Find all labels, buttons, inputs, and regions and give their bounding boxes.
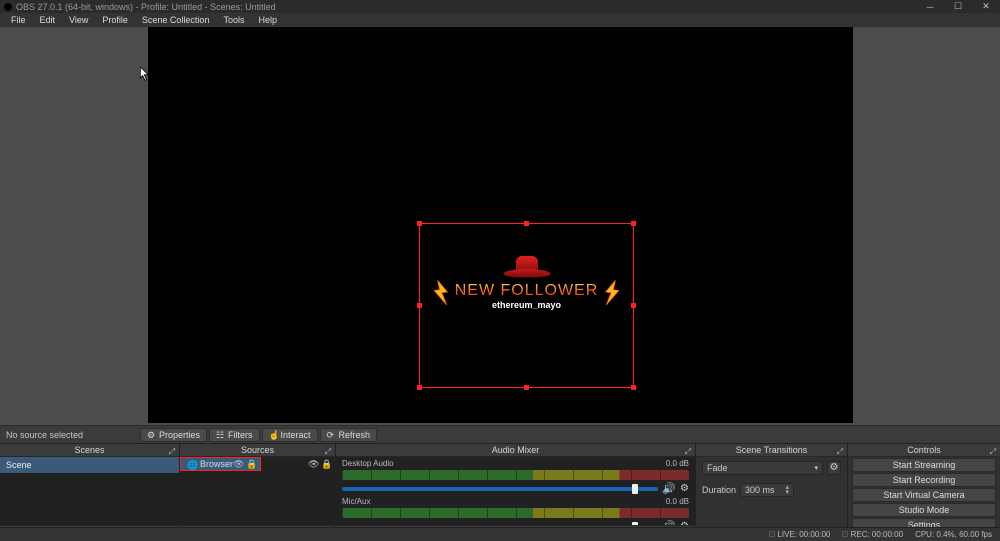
audio-meter [342, 508, 689, 518]
transition-select[interactable]: Fade▾ [702, 461, 823, 475]
obs-app-icon [4, 3, 12, 11]
pointer-icon: ☝ [269, 430, 278, 439]
scenes-panel-header[interactable]: Scenes⤢ [0, 444, 179, 457]
menu-edit[interactable]: Edit [33, 15, 63, 25]
scene-transitions-panel-header[interactable]: Scene Transitions⤢ [696, 444, 847, 457]
refresh-button[interactable]: ⟳Refresh [320, 428, 378, 442]
audio-meter [342, 470, 689, 480]
interact-button[interactable]: ☝Interact [262, 428, 318, 442]
source-toolbar: No source selected ⚙Properties ☷Filters … [0, 425, 1000, 443]
volume-slider[interactable] [342, 487, 658, 491]
no-source-selected-label: No source selected [0, 430, 89, 440]
visibility-toggle-icon[interactable]: 👁 [233, 459, 243, 470]
lock-toggle-icon[interactable]: 🔒 [321, 459, 331, 470]
lightning-bolt-icon [431, 279, 450, 307]
spinner-icon[interactable]: ▴▾ [786, 485, 790, 495]
channel-settings-icon[interactable]: ⚙ [680, 483, 689, 494]
cowboy-hat-icon [504, 252, 550, 280]
source-item-browser[interactable]: 🌐Browser 👁🔒 [180, 457, 261, 471]
preview-canvas[interactable]: NEW FOLLOWER ethereum_mayo [148, 27, 853, 423]
start-streaming-button[interactable]: Start Streaming [852, 458, 996, 472]
popout-icon[interactable]: ⤢ [323, 445, 333, 455]
popout-icon[interactable]: ⤢ [988, 445, 998, 455]
chevron-down-icon: ▾ [814, 464, 818, 472]
live-indicator-icon [769, 531, 775, 537]
channel-settings-icon[interactable]: ⚙ [680, 521, 689, 525]
refresh-icon: ⟳ [327, 430, 336, 439]
alert-title-text: NEW FOLLOWER [455, 282, 599, 300]
lightning-bolt-icon [603, 279, 622, 307]
window-title: OBS 27.0.1 (64-bit, windows) - Profile: … [16, 2, 276, 12]
studio-mode-button[interactable]: Studio Mode [852, 503, 996, 517]
mixer-channel-name: Desktop Audio [342, 459, 394, 468]
mute-button-icon[interactable]: 🔊 [662, 520, 676, 525]
mixer-channel-name: Mic/Aux [342, 497, 370, 506]
start-recording-button[interactable]: Start Recording [852, 473, 996, 487]
window-titlebar: OBS 27.0.1 (64-bit, windows) - Profile: … [0, 0, 1000, 13]
mixer-channel-mic: Mic/Aux 0.0 dB 🔊 ⚙ [336, 495, 695, 525]
alert-username-text: ethereum_mayo [492, 300, 561, 310]
mixer-channel-level: 0.0 dB [666, 497, 689, 506]
rec-indicator-icon [842, 531, 848, 537]
menu-scene-collection[interactable]: Scene Collection [135, 15, 217, 25]
gear-icon: ⚙ [147, 430, 156, 439]
menu-file[interactable]: File [4, 15, 33, 25]
sliders-icon: ☷ [216, 430, 225, 439]
window-minimize-button[interactable]: ─ [916, 0, 944, 13]
duration-label: Duration [702, 485, 736, 495]
menu-bar: File Edit View Profile Scene Collection … [0, 13, 1000, 27]
source-selection-outline[interactable]: NEW FOLLOWER ethereum_mayo [419, 223, 634, 388]
menu-view[interactable]: View [62, 15, 95, 25]
cpu-fps-label: CPU: 0.4%, 60.00 fps [915, 530, 992, 539]
controls-panel-header[interactable]: Controls⤢ [848, 444, 1000, 457]
popout-icon[interactable]: ⤢ [683, 445, 693, 455]
menu-profile[interactable]: Profile [95, 15, 135, 25]
popout-icon[interactable]: ⤢ [835, 445, 845, 455]
live-time-label: LIVE: 00:00:00 [777, 530, 830, 539]
scene-item[interactable]: Scene [0, 457, 179, 473]
mute-button-icon[interactable]: 🔊 [662, 482, 676, 495]
menu-tools[interactable]: Tools [216, 15, 251, 25]
filters-button[interactable]: ☷Filters [209, 428, 260, 442]
popout-icon[interactable]: ⤢ [167, 445, 177, 455]
window-maximize-button[interactable]: ☐ [944, 0, 972, 13]
transition-settings-button[interactable]: ⚙ [827, 461, 841, 475]
mixer-channel-desktop: Desktop Audio 0.0 dB 🔊 ⚙ [336, 457, 695, 495]
lock-toggle-icon[interactable]: 🔒 [246, 459, 256, 470]
start-virtual-camera-button[interactable]: Start Virtual Camera [852, 488, 996, 502]
menu-help[interactable]: Help [251, 15, 284, 25]
transition-duration-input[interactable]: 300 ms▴▾ [740, 483, 794, 497]
visibility-toggle-icon[interactable]: 👁 [308, 459, 318, 470]
mixer-channel-level: 0.0 dB [666, 459, 689, 468]
globe-icon: 🌐 [187, 460, 196, 469]
preview-area[interactable]: NEW FOLLOWER ethereum_mayo [0, 27, 1000, 443]
status-bar: LIVE: 00:00:00 REC: 00:00:00 CPU: 0.4%, … [0, 527, 1000, 541]
window-close-button[interactable]: ✕ [972, 0, 1000, 13]
properties-button[interactable]: ⚙Properties [140, 428, 207, 442]
sources-panel-header[interactable]: Sources⤢ [180, 444, 335, 457]
rec-time-label: REC: 00:00:00 [851, 530, 903, 539]
volume-slider[interactable] [342, 525, 658, 526]
audio-mixer-panel-header[interactable]: Audio Mixer⤢ [336, 444, 695, 457]
